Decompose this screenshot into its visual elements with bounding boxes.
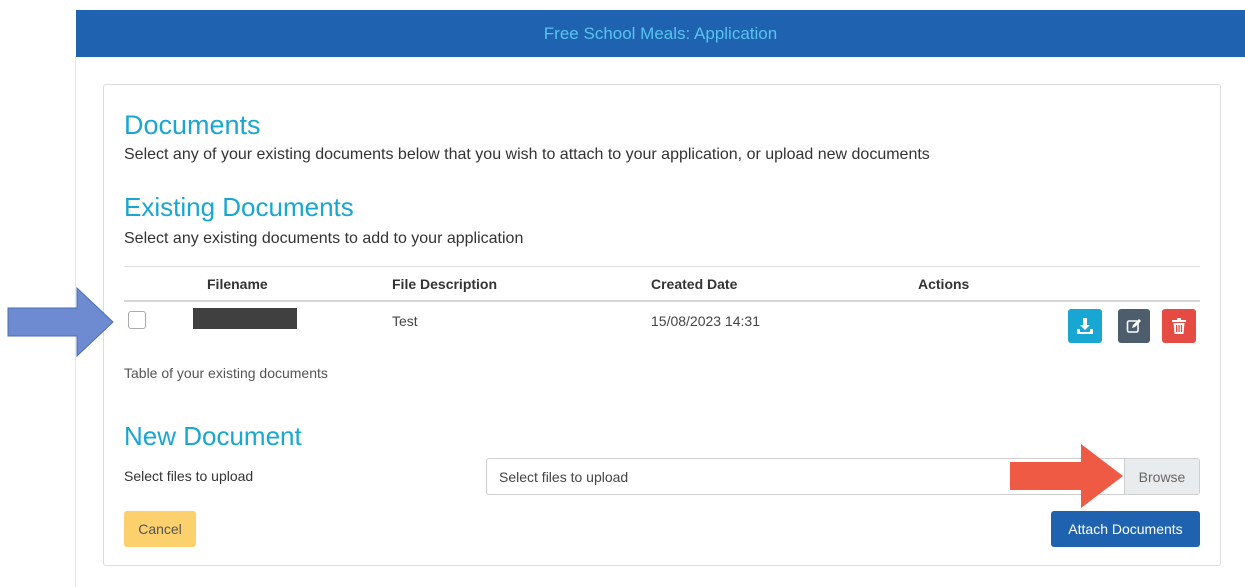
browse-button[interactable]: Browse (1124, 459, 1199, 494)
cancel-button[interactable]: Cancel (124, 511, 196, 547)
table-caption: Table of your existing documents (124, 365, 328, 381)
header-banner: Free School Meals: Application (76, 10, 1245, 57)
file-upload-placeholder: Select files to upload (499, 469, 629, 485)
existing-documents-description: Select any existing documents to add to … (124, 230, 524, 247)
column-header-actions: Actions (918, 276, 970, 292)
table-top-border (124, 266, 1200, 267)
download-button[interactable] (1068, 309, 1102, 343)
annotation-arrow-right-icon (7, 286, 114, 358)
edit-button[interactable] (1118, 309, 1150, 343)
delete-button[interactable] (1162, 309, 1196, 343)
table-header-border (124, 300, 1200, 302)
documents-heading: Documents (124, 110, 261, 140)
column-header-filename: Filename (207, 276, 268, 292)
edit-icon (1126, 319, 1141, 333)
attach-documents-button[interactable]: Attach Documents (1051, 511, 1200, 547)
created-date-cell: 15/08/2023 14:31 (651, 313, 760, 329)
row-select-checkbox[interactable] (128, 311, 146, 329)
trash-icon (1172, 318, 1186, 334)
existing-documents-heading: Existing Documents (124, 192, 354, 222)
download-icon (1077, 318, 1093, 334)
upload-label: Select files to upload (124, 468, 254, 484)
column-header-file-description: File Description (392, 276, 498, 292)
documents-description: Select any of your existing documents be… (124, 146, 930, 163)
annotation-arrow-right-icon (1010, 444, 1123, 508)
file-description-cell: Test (392, 313, 418, 329)
page: Free School Meals: Application Documents… (0, 0, 1245, 587)
column-header-created-date: Created Date (651, 276, 738, 292)
new-document-heading: New Document (124, 421, 302, 451)
banner-title: Free School Meals: Application (543, 23, 778, 43)
filename-redacted (193, 308, 297, 329)
